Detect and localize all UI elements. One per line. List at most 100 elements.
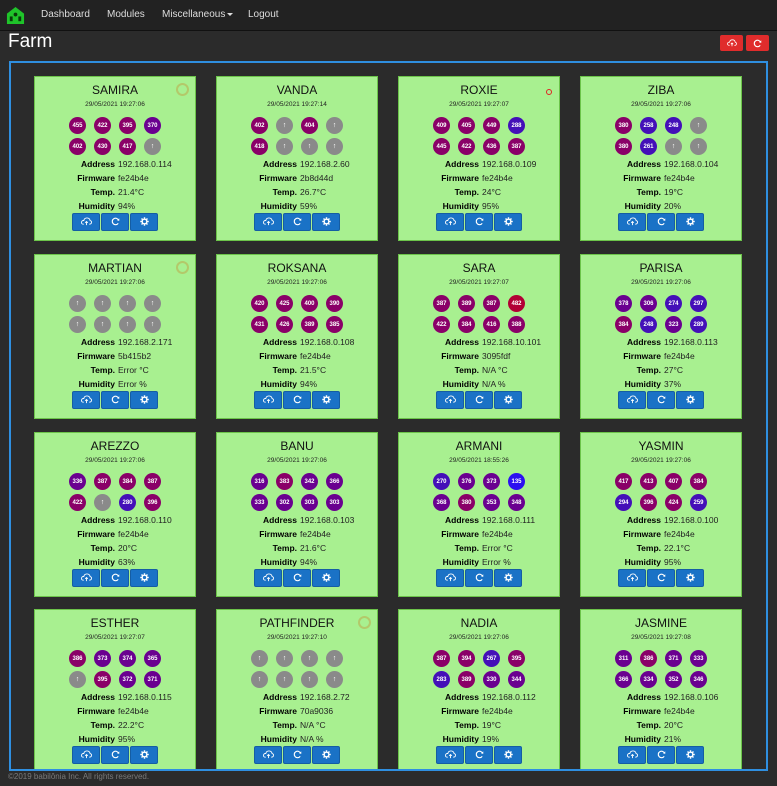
refresh-icon [293, 213, 302, 231]
sensor-grid: 417 413 407 384 294 396 424 259 [581, 473, 741, 511]
refresh-button[interactable] [283, 213, 311, 231]
sensor-reading: 380 [615, 138, 632, 155]
refresh-button[interactable] [101, 391, 129, 409]
settings-button[interactable] [494, 213, 522, 231]
settings-button[interactable] [676, 569, 704, 587]
module-timestamp: 29/05/2021 19:27:06 [85, 457, 145, 464]
upload-button[interactable] [436, 213, 464, 231]
info-row-temp: Temp. 19°C [399, 718, 561, 732]
firmware-label: Firmware [441, 706, 479, 716]
refresh-button[interactable] [465, 746, 493, 764]
settings-button[interactable] [130, 391, 158, 409]
upload-button[interactable] [254, 391, 282, 409]
settings-button[interactable] [494, 391, 522, 409]
info-row-address: Address 192.168.0.112 [399, 690, 561, 704]
info-row-temp: Temp. N/A °C [217, 718, 379, 732]
sensor-reading: 365 [144, 650, 161, 667]
refresh-button[interactable] [101, 213, 129, 231]
refresh-button[interactable] [283, 746, 311, 764]
upload-button[interactable] [254, 213, 282, 231]
refresh-icon [111, 569, 120, 587]
module-info: Address 192.168.0.106 Firmware fe24b4e Temp.… [581, 690, 743, 746]
address-value: 192.168.0.109 [482, 159, 537, 169]
info-row-humidity: Humidity 63% [35, 555, 197, 569]
settings-button[interactable] [130, 569, 158, 587]
refresh-button[interactable] [647, 391, 675, 409]
refresh-button[interactable] [647, 746, 675, 764]
refresh-button[interactable] [465, 391, 493, 409]
settings-button[interactable] [312, 213, 340, 231]
humidity-label: Humidity [260, 379, 297, 389]
nav-miscellaneous-dropdown[interactable]: Miscellaneous [162, 9, 234, 20]
firmware-value: fe24b4e [300, 529, 331, 539]
upload-button[interactable] [72, 213, 100, 231]
modules-panel: SAMIRA 29/05/2021 19:27:06 455 422 395 370 4… [9, 61, 768, 771]
cloud-upload-icon [80, 391, 92, 409]
refresh-button[interactable] [465, 569, 493, 587]
firmware-label: Firmware [441, 173, 479, 183]
settings-button[interactable] [676, 213, 704, 231]
refresh-icon [293, 391, 302, 409]
refresh-button[interactable] [283, 391, 311, 409]
info-row-humidity: Humidity 20% [581, 199, 743, 213]
module-actions [35, 746, 195, 764]
upload-button[interactable] [618, 391, 646, 409]
greenhouse-logo-icon[interactable] [6, 6, 25, 25]
settings-button[interactable] [130, 746, 158, 764]
refresh-all-button[interactable] [746, 35, 769, 51]
sensor-reading: 378 [615, 295, 632, 312]
upload-button[interactable] [436, 746, 464, 764]
refresh-button[interactable] [283, 569, 311, 587]
temp-label: Temp. [272, 720, 297, 730]
settings-button[interactable] [494, 569, 522, 587]
sensor-reading: 333 [690, 650, 707, 667]
firmware-value: fe24b4e [118, 706, 149, 716]
address-label: Address [80, 159, 115, 169]
settings-button[interactable] [312, 569, 340, 587]
temp-value: N/A °C [482, 365, 508, 375]
refresh-button[interactable] [647, 569, 675, 587]
nav-modules[interactable]: Modules [107, 9, 145, 20]
settings-button[interactable] [312, 746, 340, 764]
module-actions [217, 569, 377, 587]
settings-button[interactable] [676, 391, 704, 409]
temp-label: Temp. [272, 187, 297, 197]
sensor-reading: 417 [615, 473, 632, 490]
upload-button[interactable] [618, 569, 646, 587]
sensor-reading: ↑ [144, 316, 161, 333]
upload-button[interactable] [436, 569, 464, 587]
upload-button[interactable] [254, 746, 282, 764]
refresh-button[interactable] [101, 746, 129, 764]
refresh-icon [111, 213, 120, 231]
settings-button[interactable] [312, 391, 340, 409]
upload-button[interactable] [72, 569, 100, 587]
sensor-reading: 387 [144, 473, 161, 490]
sensor-reading: 422 [458, 138, 475, 155]
settings-button[interactable] [676, 746, 704, 764]
upload-all-button[interactable] [720, 35, 743, 51]
nav-dashboard[interactable]: Dashboard [41, 9, 90, 20]
module-name: PATHFINDER [259, 616, 335, 630]
sensor-grid: 387 394 267 395 283 389 330 344 [399, 650, 559, 688]
refresh-icon [753, 39, 762, 47]
upload-button[interactable] [618, 746, 646, 764]
sensor-reading: 248 [640, 316, 657, 333]
refresh-button[interactable] [465, 213, 493, 231]
sensor-reading: ↑ [326, 671, 343, 688]
settings-button[interactable] [130, 213, 158, 231]
upload-button[interactable] [254, 569, 282, 587]
info-row-humidity: Humidity 19% [399, 732, 561, 746]
sensor-reading: ↑ [69, 671, 86, 688]
info-row-temp: Temp. 20°C [581, 718, 743, 732]
upload-button[interactable] [436, 391, 464, 409]
address-label: Address [626, 337, 661, 347]
upload-button[interactable] [72, 746, 100, 764]
nav-logout[interactable]: Logout [248, 9, 279, 20]
settings-button[interactable] [494, 746, 522, 764]
upload-button[interactable] [72, 391, 100, 409]
cloud-upload-icon [262, 391, 274, 409]
upload-button[interactable] [618, 213, 646, 231]
info-row-firmware: Firmware fe24b4e [217, 527, 379, 541]
refresh-button[interactable] [101, 569, 129, 587]
refresh-button[interactable] [647, 213, 675, 231]
